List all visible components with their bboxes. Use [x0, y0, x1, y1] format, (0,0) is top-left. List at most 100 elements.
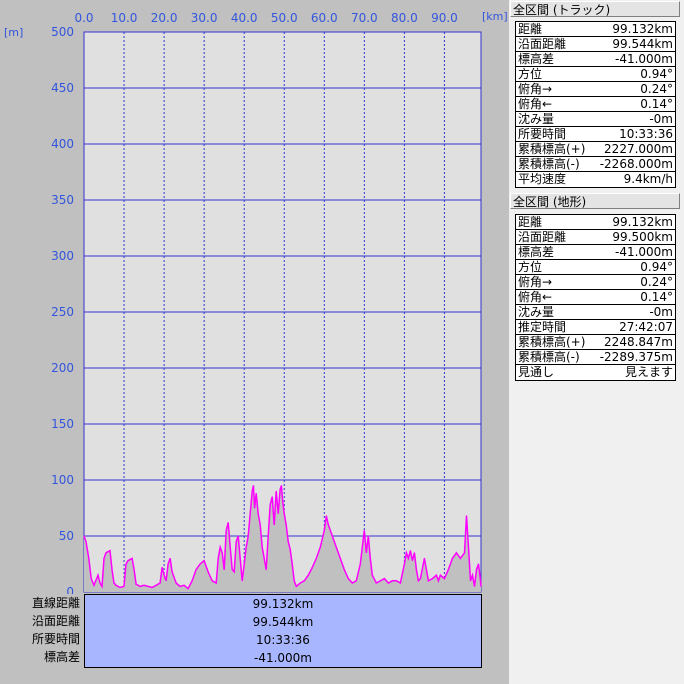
elevation-point [395, 580, 397, 582]
elevation-point [283, 513, 285, 515]
elevation-point [143, 584, 145, 586]
elevation-point [423, 557, 425, 559]
elevation-point [280, 485, 282, 487]
terrain-stat-row-label: 標高差 [518, 245, 555, 259]
elevation-point [233, 571, 235, 573]
elevation-point [369, 557, 371, 559]
elevation-point [113, 582, 115, 584]
elevation-point [325, 515, 327, 517]
elevation-point [277, 513, 279, 515]
elevation-point [179, 585, 181, 587]
elevation-point [231, 569, 233, 571]
elevation-point [347, 578, 349, 580]
terrain-stat-row-label: 推定時間 [518, 320, 567, 334]
track-stat-row-value: 0.94° [640, 67, 673, 81]
elevation-point [417, 580, 419, 582]
terrain-stat-row-value: 0.24° [640, 275, 673, 289]
elevation-point [111, 569, 113, 571]
elevation-point [435, 574, 437, 576]
elevation-point [203, 560, 205, 562]
elevation-point [339, 557, 341, 559]
elevation-point [355, 580, 357, 582]
terrain-stat-row-label: 俯角→ [518, 275, 553, 289]
x-tick-label: 80.0 [391, 11, 418, 25]
terrain-section-header[interactable]: 全区間 (地形) [510, 193, 680, 209]
track-stat-row: 俯角← 0.14° [516, 97, 675, 112]
track-stat-row-label: 平均速度 [518, 172, 567, 186]
terrain-stat-row-value: 0.94° [640, 260, 673, 274]
elevation-point [263, 557, 265, 559]
elevation-point [343, 569, 345, 571]
elevation-point [287, 541, 289, 543]
elevation-point [249, 513, 251, 515]
elevation-point [229, 546, 231, 548]
elevation-point [468, 546, 469, 548]
track-stats-table: 距離 99.132km 沿面距離 99.544km 標高差 -41.000m 方位 0.94°… [515, 21, 676, 188]
elevation-point [161, 566, 163, 568]
track-stat-row-label: 累積標高(+) [518, 142, 586, 156]
elevation-point [227, 522, 229, 524]
y-tick-label: 200 [51, 361, 74, 375]
elevation-point [105, 552, 107, 554]
elevation-point [175, 582, 177, 584]
elevation-profile-chart[interactable]: 5004504003503002502001501005000.0 10.0 20.… [0, 0, 509, 594]
elevation-point [399, 582, 401, 584]
elevation-point [383, 578, 385, 580]
elevation-point [225, 529, 227, 531]
track-stat-row-label: 方位 [518, 67, 543, 81]
track-stat-row-value: 9.4km/h [623, 172, 673, 186]
x-tick-label: 30.0 [191, 11, 218, 25]
summary-value-duration: 10:33:36 [256, 633, 310, 647]
terrain-stat-row-label: 累積標高(+) [518, 335, 586, 349]
elevation-point [215, 582, 217, 584]
elevation-point [476, 569, 477, 571]
elevation-point [187, 588, 189, 590]
elevation-point [443, 578, 445, 580]
terrain-stat-row: 累積標高(-) -2289.375m [516, 350, 675, 365]
elevation-point [90, 578, 92, 580]
track-stat-row-label: 標高差 [518, 52, 555, 66]
track-section-header[interactable]: 全区間 (トラック) [510, 1, 680, 17]
terrain-stat-row: 推定時間 27:42:07 [516, 320, 675, 335]
terrain-stat-row: 距離 99.132km [516, 215, 675, 230]
elevation-point [375, 582, 377, 584]
y-tick-label: 50 [59, 529, 74, 543]
elevation-point [237, 535, 239, 537]
elevation-point [109, 550, 111, 552]
track-stat-row-label: 俯角→ [518, 82, 553, 96]
terrain-stat-row: 沿面距離 99.500km [516, 230, 675, 245]
track-stat-row-value: -0m [649, 112, 673, 126]
elevation-point [405, 552, 407, 554]
elevation-point [151, 587, 153, 588]
elevation-point [459, 557, 461, 559]
elevation-point [411, 560, 413, 562]
elevation-point [131, 557, 133, 559]
y-tick-label: 500 [51, 25, 74, 39]
elevation-point [259, 524, 261, 526]
elevation-point [261, 546, 263, 548]
terrain-stat-row-label: 沈み量 [518, 305, 555, 319]
elevation-point [464, 552, 465, 554]
elevation-point [365, 552, 367, 554]
elevation-point [171, 571, 173, 573]
elevation-point [407, 557, 409, 559]
elevation-point [425, 569, 427, 571]
elevation-point [127, 560, 129, 562]
elevation-point [155, 584, 157, 586]
terrain-stat-row-label: 俯角← [518, 290, 553, 304]
elevation-point [437, 580, 439, 582]
elevation-point [419, 578, 421, 580]
profile-pane: [m] [km] 500 450 400 350 300 250 200 150 100 50 0 0… [0, 0, 509, 684]
elevation-point [413, 552, 415, 554]
track-stat-row-value: 99.544km [612, 37, 673, 51]
elevation-point [285, 524, 287, 526]
terrain-stat-row: 方位 0.94° [516, 260, 675, 275]
track-stat-row-label: 距離 [518, 22, 543, 36]
y-tick-label: 250 [51, 305, 74, 319]
elevation-point [279, 488, 281, 490]
elevation-point [119, 587, 121, 588]
elevation-point [191, 580, 193, 582]
terrain-stat-row: 俯角→ 0.24° [516, 275, 675, 290]
terrain-stat-row-label: 方位 [518, 260, 543, 274]
elevation-point [135, 583, 137, 585]
